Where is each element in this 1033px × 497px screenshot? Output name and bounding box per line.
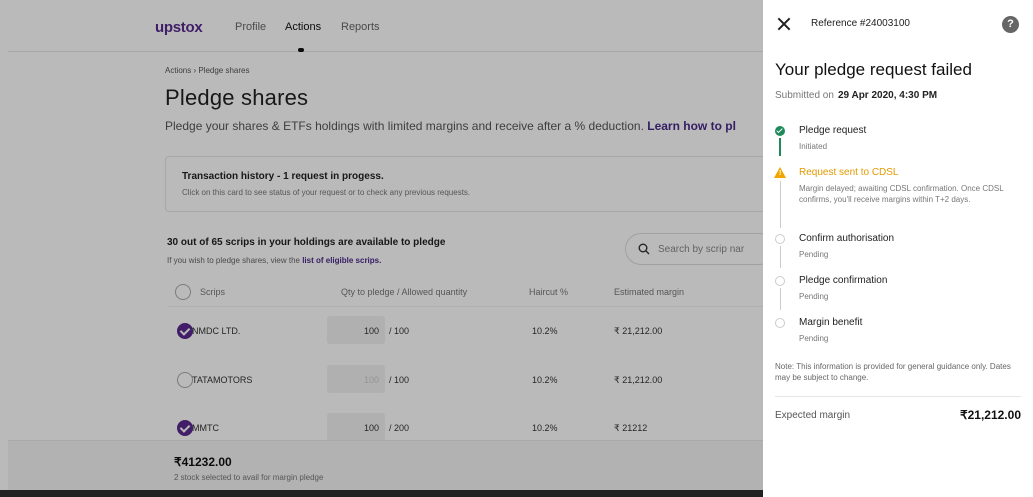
panel-header: Reference #24003100 ? (763, 0, 1033, 48)
check-circle-icon (775, 126, 785, 136)
modal-overlay[interactable] (0, 0, 763, 497)
step-status: Initiated (799, 142, 828, 151)
step-title: Pledge confirmation (799, 275, 888, 286)
warning-icon: ! (774, 167, 786, 178)
panel-divider (775, 396, 1021, 397)
pending-circle-icon (775, 276, 785, 286)
close-icon[interactable] (777, 17, 791, 31)
expected-margin-value: ₹21,212.00 (959, 408, 1021, 422)
panel-title: Your pledge request failed (775, 60, 972, 79)
bottom-strip (0, 490, 763, 497)
help-icon[interactable]: ? (1002, 16, 1019, 33)
step-status: Pending (799, 250, 829, 259)
reference-number: Reference #24003100 (811, 18, 910, 29)
step-status: Pending (799, 334, 829, 343)
step-title: Pledge request (799, 125, 867, 136)
step-connector (779, 138, 781, 156)
step-title: Request sent to CDSL (799, 167, 899, 178)
step-status: Margin delayed; awaiting CDSL confirmati… (799, 184, 1004, 204)
step-title: Margin benefit (799, 317, 863, 328)
pending-circle-icon (775, 234, 785, 244)
step-connector (780, 181, 781, 228)
step-connector (780, 288, 781, 310)
step-status: Pending (799, 292, 829, 301)
submitted-date: 29 Apr 2020, 4:30 PM (837, 90, 938, 101)
pledge-status-panel: Reference #24003100 ? Your pledge reques… (763, 0, 1033, 497)
disclaimer-note: Note: This information is provided for g… (775, 362, 1011, 382)
step-title: Confirm authorisation (799, 233, 895, 244)
expected-margin-label: Expected margin (775, 410, 851, 421)
submitted-info: Submitted on 29 Apr 2020, 4:30 PM (775, 90, 937, 101)
pending-circle-icon (775, 318, 785, 328)
step-connector (780, 246, 781, 268)
submitted-label: Submitted on (775, 90, 834, 101)
